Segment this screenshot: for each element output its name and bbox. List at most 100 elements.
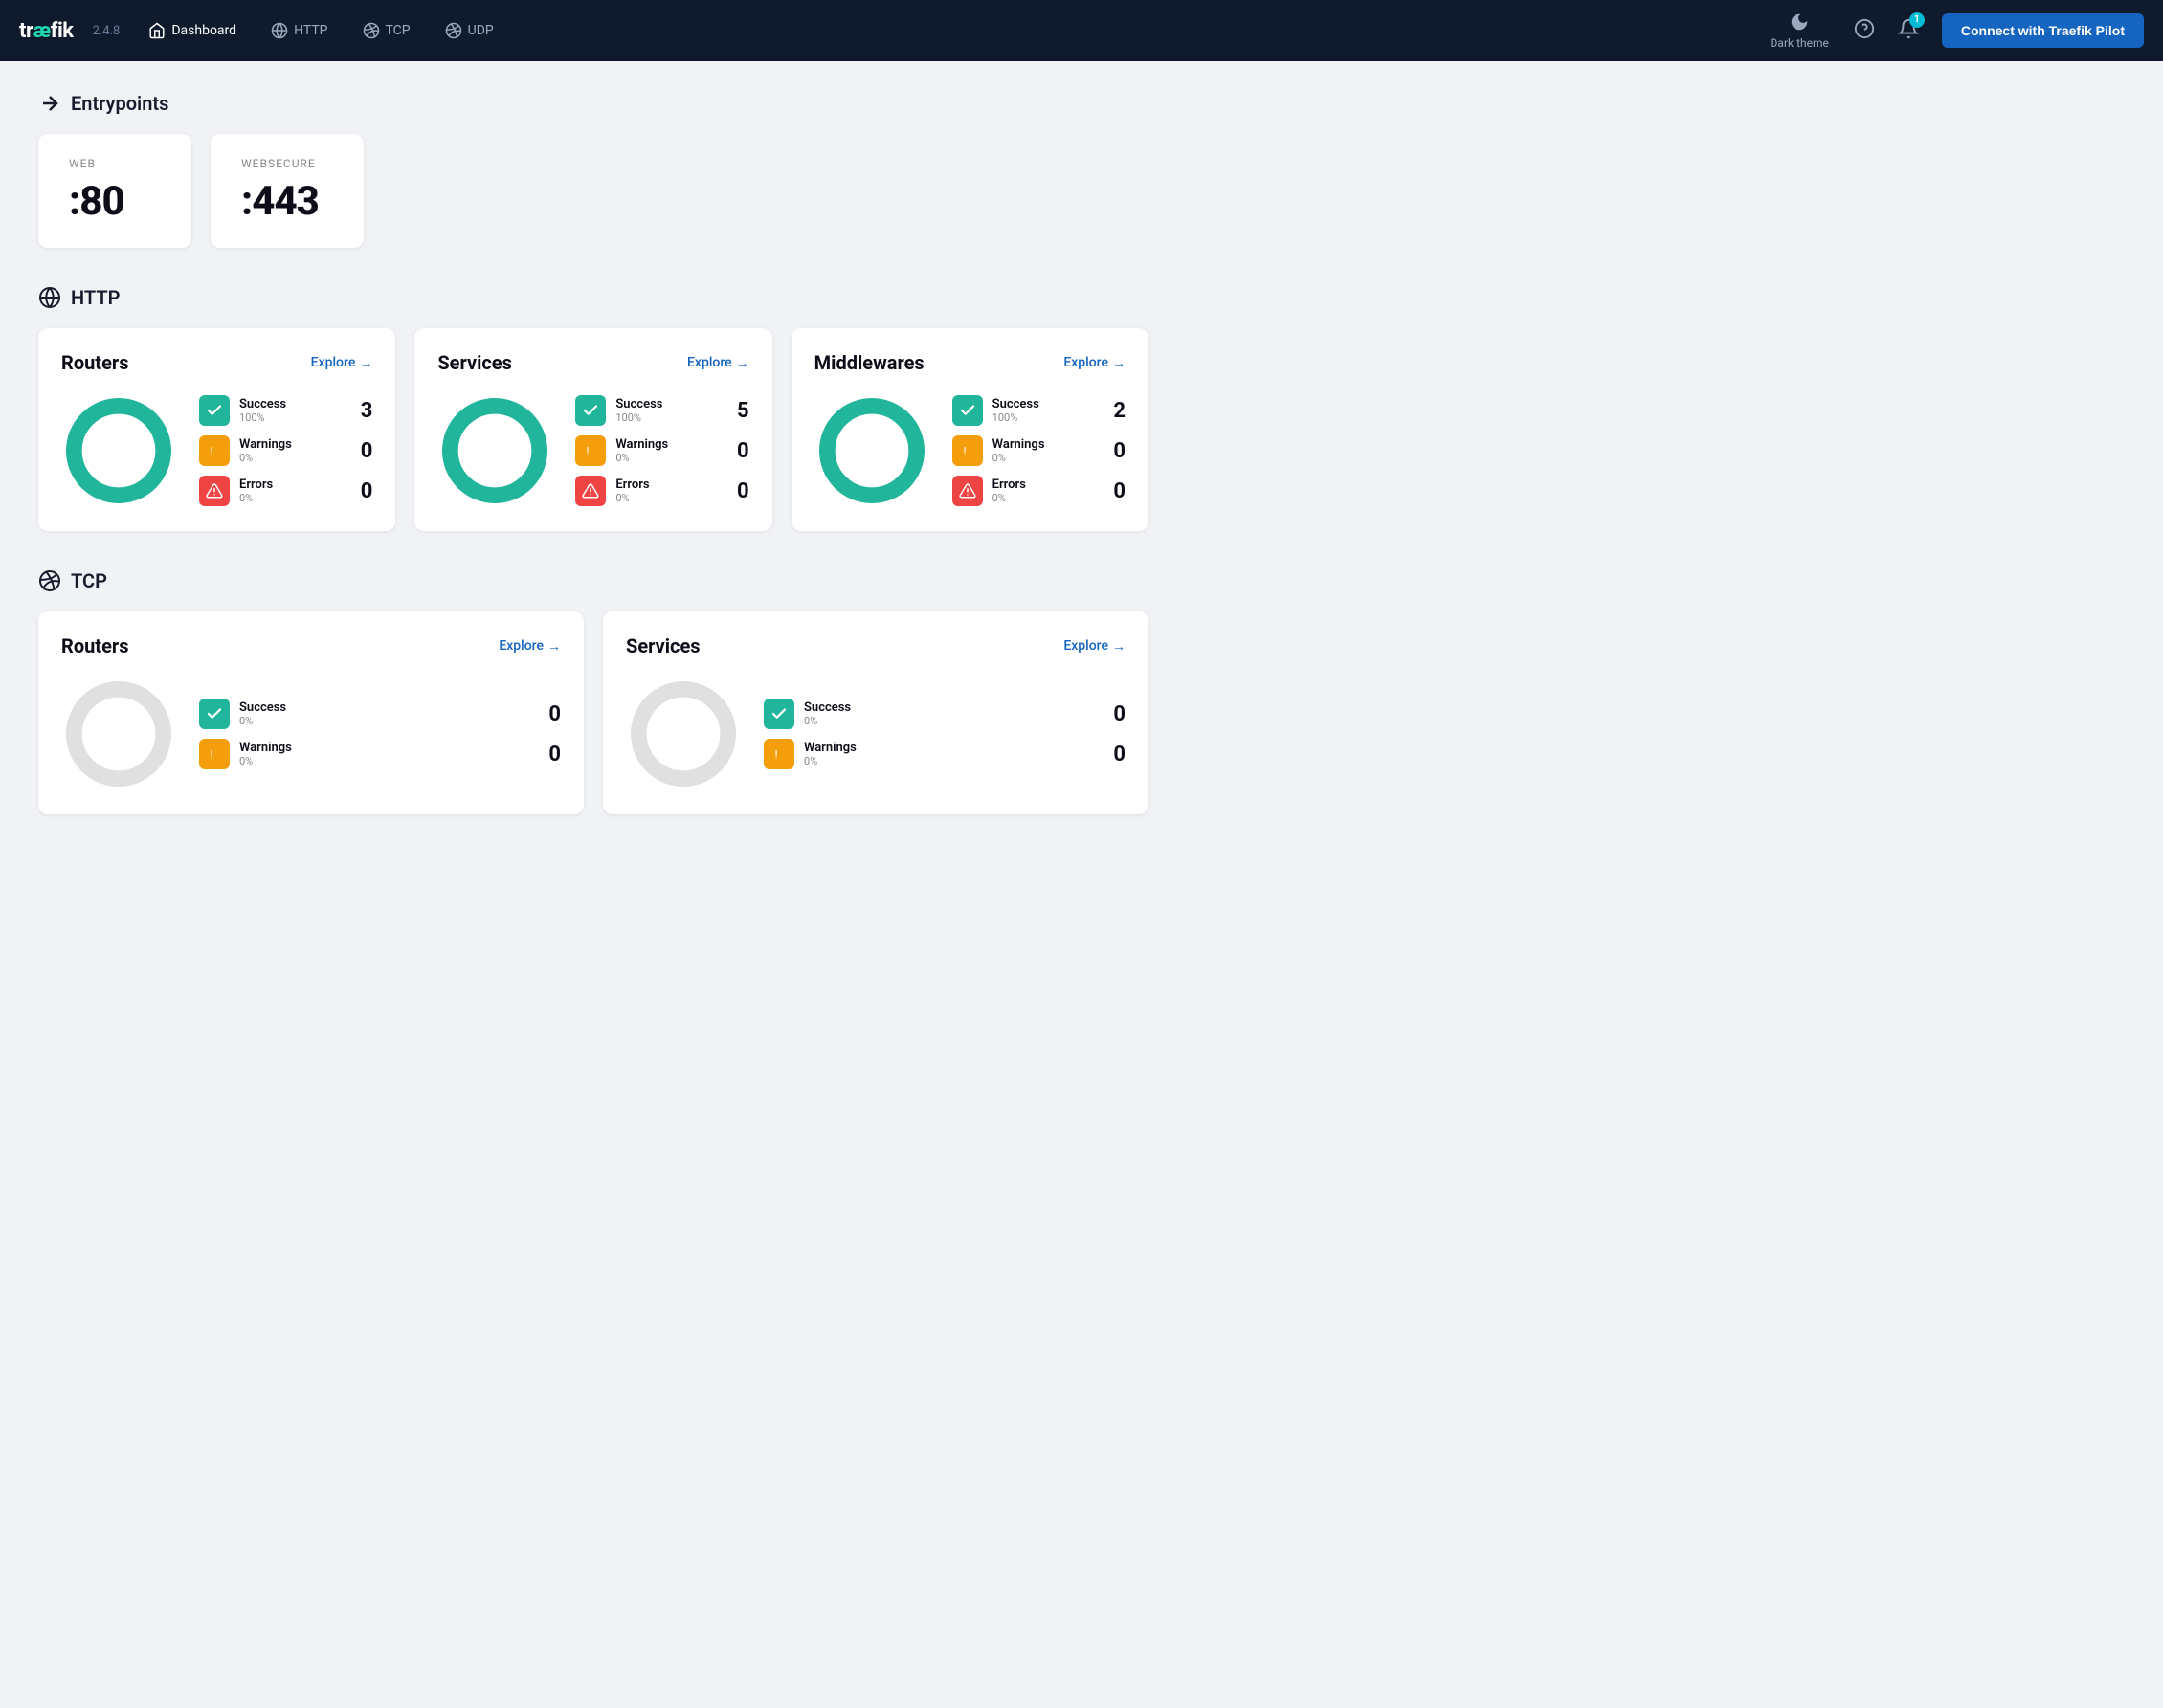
error-icon-services xyxy=(575,476,606,506)
arrow-right-icon-4: → xyxy=(547,638,561,654)
tcp-icon xyxy=(363,22,380,39)
logo[interactable]: træfik xyxy=(19,19,74,43)
tcp-routers-warnings-pct: 0% xyxy=(239,755,532,767)
http-services-donut xyxy=(437,393,552,508)
tcp-routers-stats: Success 0% 0 ! Warnings 0% xyxy=(199,699,561,769)
http-routers-success-pct: 100% xyxy=(239,411,344,424)
warning-icon-services: ! xyxy=(575,435,606,466)
http-routers-warnings-count: 0 xyxy=(353,439,372,463)
http-middlewares-errors-label: Errors xyxy=(992,477,1097,492)
http-middlewares-title: Middlewares xyxy=(814,351,925,374)
http-services-errors-count: 0 xyxy=(730,479,749,503)
tcp-services-success-pct: 0% xyxy=(804,715,1097,727)
tcp-section-icon xyxy=(38,569,61,592)
tcp-services-success-label: Success xyxy=(804,700,1097,715)
http-middlewares-errors-pct: 0% xyxy=(992,492,1097,504)
http-services-success-count: 5 xyxy=(730,399,749,423)
entrypoint-name-web: WEB xyxy=(69,157,161,170)
nav-udp[interactable]: UDP xyxy=(432,14,507,47)
tcp-services-warnings-label-wrap: Warnings 0% xyxy=(804,741,1097,767)
http-services-stats: Success 100% 5 ! Warnings 0% xyxy=(575,395,748,506)
http-routers-warnings-row: ! Warnings 0% 0 xyxy=(199,435,372,466)
tcp-routers-success-count: 0 xyxy=(542,702,561,726)
nav-dashboard[interactable]: Dashboard xyxy=(135,14,250,47)
http-routers-card: Routers Explore → xyxy=(38,328,395,531)
http-services-success-label-wrap: Success 100% xyxy=(615,397,720,424)
tcp-services-card: Services Explore → xyxy=(603,611,1148,814)
http-services-body: Success 100% 5 ! Warnings 0% xyxy=(437,393,748,508)
http-icon xyxy=(271,22,288,39)
warning-icon-tcp-services: ! xyxy=(764,739,794,769)
help-button[interactable] xyxy=(1846,11,1883,52)
arrow-right-icon: → xyxy=(359,355,372,371)
entrypoints-section: Entrypoints WEB :80 WEBSECURE :443 xyxy=(38,92,1148,248)
tcp-routers-warnings-row: ! Warnings 0% 0 xyxy=(199,739,561,769)
http-middlewares-body: Success 100% 2 ! Warnings 0% xyxy=(814,393,1126,508)
tcp-routers-explore[interactable]: Explore → xyxy=(499,638,561,654)
tcp-routers-warnings-count: 0 xyxy=(542,743,561,766)
tcp-routers-success-label-wrap: Success 0% xyxy=(239,700,532,727)
http-middlewares-warnings-pct: 0% xyxy=(992,452,1097,464)
entrypoint-port-web: :80 xyxy=(69,178,161,225)
tcp-services-explore[interactable]: Explore → xyxy=(1063,638,1126,654)
http-middlewares-success-label-wrap: Success 100% xyxy=(992,397,1097,424)
http-middlewares-warnings-count: 0 xyxy=(1106,439,1126,463)
http-services-card: Services Explore → xyxy=(414,328,771,531)
success-icon-middlewares xyxy=(952,395,983,426)
http-services-title: Services xyxy=(437,351,512,374)
tcp-routers-success-label: Success xyxy=(239,700,532,715)
nav-http-label: HTTP xyxy=(294,23,327,38)
http-middlewares-donut xyxy=(814,393,929,508)
connect-button[interactable]: Connect with Traefik Pilot xyxy=(1942,13,2144,48)
tcp-section-title: TCP xyxy=(71,569,107,592)
http-services-warnings-row: ! Warnings 0% 0 xyxy=(575,435,748,466)
entrypoint-card-websecure: WEBSECURE :443 xyxy=(211,134,364,248)
http-routers-body: Success 100% 3 ! Warnings 0% xyxy=(61,393,372,508)
tcp-routers-warnings-label: Warnings xyxy=(239,741,532,755)
http-middlewares-stats: Success 100% 2 ! Warnings 0% xyxy=(952,395,1126,506)
http-routers-stats: Success 100% 3 ! Warnings 0% xyxy=(199,395,372,506)
http-routers-warnings-label-wrap: Warnings 0% xyxy=(239,437,344,464)
http-routers-errors-count: 0 xyxy=(353,479,372,503)
entrypoint-port-websecure: :443 xyxy=(241,178,333,225)
tcp-routers-success-pct: 0% xyxy=(239,715,532,727)
warning-icon-middlewares: ! xyxy=(952,435,983,466)
tcp-services-warnings-row: ! Warnings 0% 0 xyxy=(764,739,1126,769)
dark-theme-toggle[interactable]: Dark theme xyxy=(1761,8,1839,54)
tcp-services-body: Success 0% 0 ! Warnings 0% xyxy=(626,677,1126,791)
http-routers-errors-label-wrap: Errors 0% xyxy=(239,477,344,504)
http-routers-errors-label: Errors xyxy=(239,477,344,492)
http-routers-donut xyxy=(61,393,176,508)
notifications-button[interactable]: 1 xyxy=(1890,11,1927,52)
nav-tcp[interactable]: TCP xyxy=(349,14,424,47)
http-services-success-row: Success 100% 5 xyxy=(575,395,748,426)
tcp-services-success-count: 0 xyxy=(1106,702,1126,726)
tcp-services-success-label-wrap: Success 0% xyxy=(804,700,1097,727)
entrypoint-card-web: WEB :80 xyxy=(38,134,191,248)
http-middlewares-success-count: 2 xyxy=(1106,399,1126,423)
tcp-routers-body: Success 0% 0 ! Warnings 0% xyxy=(61,677,561,791)
http-routers-explore[interactable]: Explore → xyxy=(311,355,373,371)
tcp-routers-title: Routers xyxy=(61,634,128,657)
http-services-explore-label: Explore xyxy=(687,355,732,370)
http-middlewares-warnings-label-wrap: Warnings 0% xyxy=(992,437,1097,464)
dark-theme-label: Dark theme xyxy=(1771,36,1829,50)
warning-icon-routers: ! xyxy=(199,435,230,466)
tcp-services-warnings-pct: 0% xyxy=(804,755,1097,767)
nav-http[interactable]: HTTP xyxy=(257,14,341,47)
http-middlewares-explore[interactable]: Explore → xyxy=(1063,355,1126,371)
tcp-routers-explore-label: Explore xyxy=(499,638,544,654)
tcp-routers-success-row: Success 0% 0 xyxy=(199,699,561,729)
http-section-icon xyxy=(38,286,61,309)
http-services-explore[interactable]: Explore → xyxy=(687,355,749,371)
http-routers-warnings-pct: 0% xyxy=(239,452,344,464)
tcp-services-warnings-label: Warnings xyxy=(804,741,1097,755)
error-icon-routers xyxy=(199,476,230,506)
logo-text: træfik xyxy=(19,19,74,43)
nav-dashboard-label: Dashboard xyxy=(171,23,236,38)
http-services-success-label: Success xyxy=(615,397,720,411)
http-middlewares-header: Middlewares Explore → xyxy=(814,351,1126,374)
http-services-errors-pct: 0% xyxy=(615,492,720,504)
arrow-right-icon-5: → xyxy=(1112,638,1126,654)
http-section-header: HTTP xyxy=(38,286,1148,309)
